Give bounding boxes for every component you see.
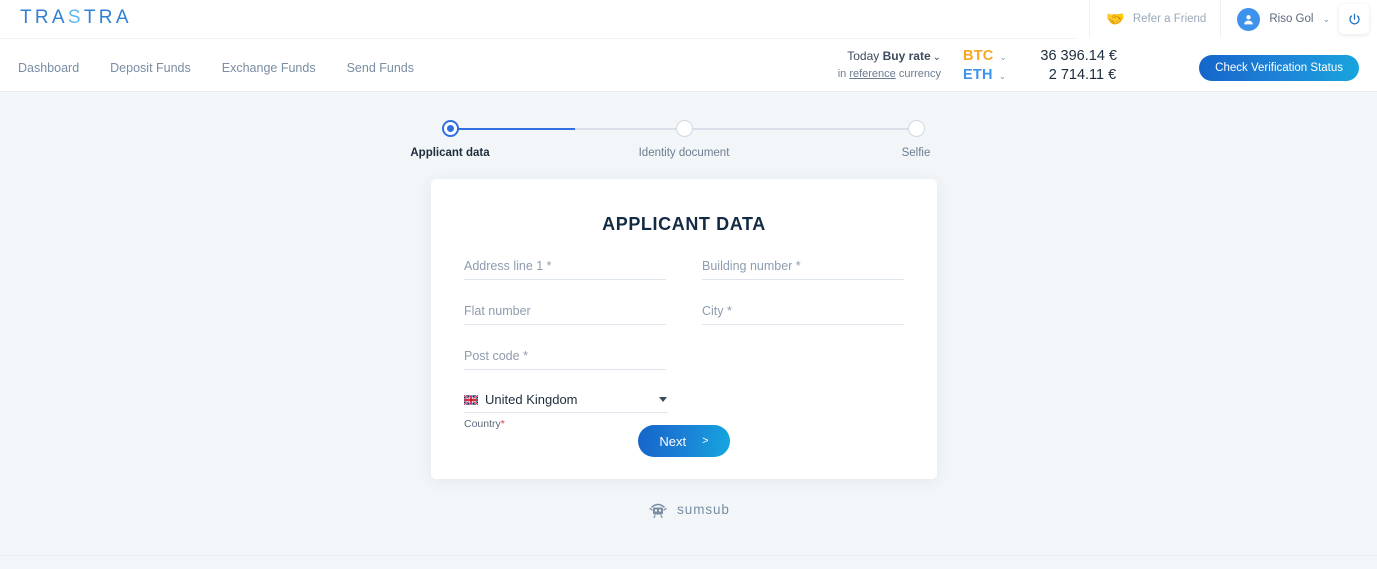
chevron-down-icon [659, 397, 667, 402]
brand-logo[interactable]: TRASTRA [20, 7, 132, 29]
rates-labels: Today Buy rate ⌄ in reference currency [838, 48, 941, 86]
chevron-down-icon: ⌄ [932, 52, 942, 63]
buy-rate-selector[interactable]: Today Buy rate ⌄ [838, 49, 941, 63]
nav-item-dashboard[interactable]: Dashboard [18, 61, 79, 75]
field-flat-number [464, 302, 666, 325]
applicant-data-card: APPLICANT DATA Un [431, 179, 937, 479]
next-button[interactable]: Next > [638, 425, 730, 457]
reference-prefix: in [837, 68, 847, 80]
today-prefix: Today [847, 49, 880, 63]
step-label: Selfie [901, 147, 931, 159]
nav-item-deposit-funds[interactable]: Deposit Funds [110, 61, 191, 75]
verification-stepper: Applicant data Identity document Selfie [410, 120, 930, 165]
country-selected-value: United Kingdom [485, 392, 578, 407]
country-select[interactable]: United Kingdom [464, 392, 668, 413]
check-verification-status-button[interactable]: Check Verification Status [1199, 55, 1359, 81]
header-divider [0, 38, 1076, 39]
city-input[interactable] [702, 304, 904, 325]
stepper-step-identity-document[interactable]: Identity document [624, 120, 744, 159]
step-dot-icon [907, 120, 925, 137]
post-code-input[interactable] [464, 349, 666, 370]
applicant-data-form: United Kingdom Country* [464, 257, 904, 430]
exchange-rates-block: Today Buy rate ⌄ in reference currency BT… [838, 48, 1117, 86]
step-label: Applicant data [410, 147, 490, 159]
rate-value-btc: 36 396.14 € [1040, 48, 1117, 64]
field-city [702, 302, 904, 325]
form-actions: Next > [431, 425, 937, 457]
logo-text-accent: S [67, 7, 84, 28]
main-navigation: Dashboard Deposit Funds Exchange Funds S… [18, 61, 414, 75]
page-title: APPLICANT DATA [602, 214, 766, 234]
ticker-btc: BTC [963, 48, 994, 64]
chevron-right-icon: > [702, 435, 709, 447]
next-button-label: Next [659, 433, 687, 449]
provider-name: sumsub [677, 501, 730, 517]
buy-rate-label: Buy rate [882, 49, 931, 63]
stepper-step-applicant-data[interactable]: Applicant data [390, 120, 510, 159]
flat-number-input[interactable] [464, 304, 666, 325]
reference-currency-row: in reference currency [838, 68, 941, 80]
chevron-down-icon[interactable]: ⌄ [999, 52, 1007, 63]
rates-values: BTC ⌄ 36 396.14 € ETH ⌄ 2 714.11 € [963, 48, 1117, 86]
header-right-cluster: 🤝 Refer a Friend Riso Gol ⌄ [1089, 0, 1377, 38]
provider-footer: sumsub [0, 500, 1377, 518]
header-bottom-border [0, 91, 1377, 92]
username-label: Riso Gol [1269, 13, 1314, 25]
nav-item-send-funds[interactable]: Send Funds [347, 61, 414, 75]
rate-row-btc: BTC ⌄ 36 396.14 € [963, 48, 1117, 64]
sumsub-mascot-icon [649, 503, 667, 518]
chevron-down-icon: ⌄ [1322, 13, 1330, 24]
handshake-icon: 🤝 [1106, 10, 1125, 28]
top-header-bar: TRASTRA Dashboard Deposit Funds Exchange… [0, 0, 1377, 92]
step-dot-icon [441, 120, 459, 137]
logout-power-button[interactable] [1339, 4, 1369, 34]
reference-suffix: currency [898, 68, 942, 80]
address-line-1-input[interactable] [464, 259, 666, 280]
ticker-eth: ETH [963, 67, 993, 83]
field-post-code [464, 347, 666, 370]
logo-text-part2: TRA [83, 7, 132, 28]
uk-flag-icon [464, 394, 478, 405]
stepper-step-selfie[interactable]: Selfie [856, 120, 976, 159]
building-number-input[interactable] [702, 259, 904, 280]
rate-value-eth: 2 714.11 € [1048, 67, 1117, 83]
step-label: Identity document [638, 147, 730, 159]
nav-item-exchange-funds[interactable]: Exchange Funds [222, 61, 316, 75]
chevron-down-icon[interactable]: ⌄ [999, 71, 1007, 82]
refer-a-friend-label: Refer a Friend [1132, 13, 1207, 25]
rate-row-eth: ETH ⌄ 2 714.11 € [963, 67, 1117, 83]
reference-currency-link[interactable]: reference [849, 68, 895, 80]
logo-text-part1: TRA [20, 7, 68, 28]
page-bottom-divider [0, 555, 1377, 556]
refer-a-friend-button[interactable]: 🤝 Refer a Friend [1090, 0, 1220, 38]
user-avatar-icon [1237, 7, 1261, 31]
step-dot-icon [675, 120, 693, 137]
user-menu[interactable]: Riso Gol ⌄ [1221, 0, 1339, 38]
power-icon [1348, 13, 1360, 24]
field-address-line-1 [464, 257, 666, 280]
field-building-number [702, 257, 904, 280]
